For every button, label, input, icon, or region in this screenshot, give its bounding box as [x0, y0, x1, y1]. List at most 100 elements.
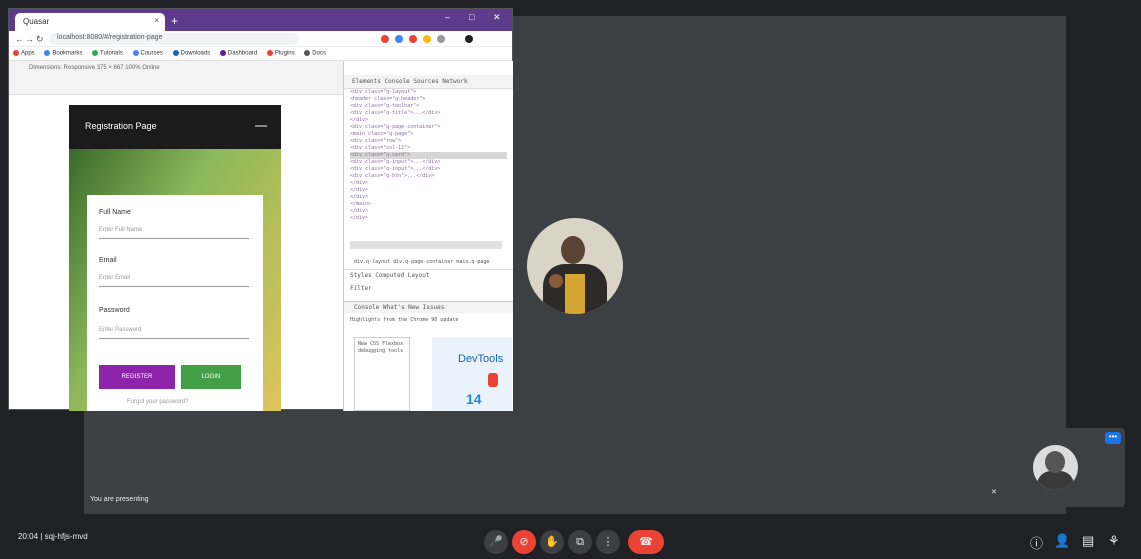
full-name-input[interactable]: Enter Full Name: [99, 227, 249, 239]
maximize-icon[interactable]: □: [469, 12, 474, 22]
shared-browser-window: Quasar × + – □ ✕ ← → ↻ localhost:8080/#/…: [8, 8, 513, 411]
minimize-icon[interactable]: –: [445, 12, 450, 22]
forward-icon[interactable]: →: [25, 34, 34, 44]
code-line[interactable]: </div>: [350, 215, 507, 222]
bookmarks-bar: Apps Bookmarks Tutorials Courses Downloa…: [9, 47, 512, 61]
camera-off-button[interactable]: ⊘: [512, 530, 536, 554]
meeting-info: 20:04 | sqj-hfjs-mvd: [18, 532, 88, 541]
register-button[interactable]: REGISTER: [99, 365, 175, 389]
password-input[interactable]: Enter Password: [99, 327, 249, 339]
code-line[interactable]: </div>: [350, 194, 507, 201]
bookmark-item[interactable]: Plugins: [266, 50, 295, 57]
code-line[interactable]: </main>: [350, 201, 507, 208]
extension-icon[interactable]: [437, 35, 445, 43]
avatar-hand: [549, 274, 563, 288]
promo-title: DevTools: [458, 353, 504, 365]
people-icon[interactable]: 👤: [1054, 533, 1070, 549]
app-title: Registration Page: [85, 121, 157, 131]
login-button[interactable]: LOGIN: [181, 365, 241, 389]
end-call-button[interactable]: ☎: [628, 530, 664, 554]
self-avatar-body: [1037, 471, 1074, 490]
extension-icon[interactable]: [381, 35, 389, 43]
extension-icon[interactable]: [395, 35, 403, 43]
browser-tab[interactable]: Quasar ×: [15, 13, 165, 31]
code-line[interactable]: <div class="row">: [350, 138, 507, 145]
self-avatar-head: [1045, 451, 1065, 473]
participant-avatar[interactable]: [527, 218, 623, 314]
drawer-tabs[interactable]: Console What's New Issues: [344, 301, 513, 313]
bookmark-item[interactable]: Apps: [13, 50, 35, 57]
presenter-label: You are presenting: [90, 496, 149, 503]
bookmark-item[interactable]: Dashboard: [219, 50, 257, 57]
extension-icon[interactable]: [409, 35, 417, 43]
code-line[interactable]: <div class="q-title">...</div>: [350, 110, 507, 117]
profile-avatar[interactable]: [465, 35, 473, 43]
bookmark-icon: [304, 50, 311, 56]
bookmark-item[interactable]: Docs: [304, 50, 326, 57]
bookmark-item[interactable]: Bookmarks: [44, 50, 82, 57]
code-line[interactable]: </div>: [350, 208, 507, 215]
code-line[interactable]: <div class="q-layout">: [350, 89, 507, 96]
code-line[interactable]: <div class="q-input">...</div>: [350, 159, 507, 166]
email-input[interactable]: Enter Email: [99, 275, 249, 287]
new-tab-button[interactable]: +: [171, 14, 178, 28]
tab-title: Quasar: [23, 17, 50, 26]
present-button[interactable]: ⧉: [568, 530, 592, 554]
registration-card: Full Name Enter Full Name Email Enter Em…: [87, 195, 263, 411]
code-line[interactable]: <div class="q-page-container">: [350, 124, 507, 131]
password-label: Password: [99, 307, 130, 314]
styles-filter-input[interactable]: Filter: [350, 285, 507, 292]
whats-new-item[interactable]: New CSS Flexbox debugging tools: [354, 337, 410, 411]
bookmark-item[interactable]: Tutorials: [92, 50, 123, 57]
mic-off-icon: ✕: [991, 489, 997, 496]
horizontal-scrollbar[interactable]: [350, 241, 502, 249]
code-line[interactable]: </div>: [350, 117, 507, 124]
styles-tabs[interactable]: Styles Computed Layout: [350, 272, 507, 279]
meeting-time: 20:04: [18, 532, 39, 541]
forgot-password-link[interactable]: Forgot your password?: [127, 399, 188, 405]
avatar-shirt: [565, 274, 585, 314]
code-line[interactable]: <div class="q-toolbar">: [350, 103, 507, 110]
url-input[interactable]: localhost:8080/#/registration-page: [49, 33, 299, 45]
code-line[interactable]: <div class="q-input">...</div>: [350, 166, 507, 173]
browser-titlebar: Quasar × + – □ ✕: [9, 9, 512, 31]
code-line[interactable]: <div class="q-card">: [350, 152, 507, 159]
close-icon[interactable]: ✕: [493, 12, 501, 23]
code-line[interactable]: <div class="col-12">: [350, 145, 507, 152]
meeting-code: sqj-hfjs-mvd: [44, 532, 88, 541]
code-line[interactable]: <main class="q-page">: [350, 131, 507, 138]
bookmark-icon: [219, 50, 226, 56]
back-icon[interactable]: ←: [15, 34, 24, 44]
bookmark-item[interactable]: Downloads: [172, 50, 210, 57]
self-tile-more-button[interactable]: •••: [1105, 432, 1121, 444]
promo-youtube-icon: [488, 373, 498, 387]
code-line[interactable]: <header class="q-header">: [350, 96, 507, 103]
code-line[interactable]: </div>: [350, 187, 507, 194]
bookmark-icon: [172, 50, 179, 56]
element-breadcrumb[interactable]: div.q-layout div.q-page-container main.q…: [344, 257, 513, 267]
tab-close-icon[interactable]: ×: [154, 16, 159, 25]
mic-button[interactable]: 🎤: [484, 530, 508, 554]
extension-icon[interactable]: [423, 35, 431, 43]
bookmark-item[interactable]: Courses: [132, 50, 163, 57]
bookmark-icon: [44, 50, 51, 56]
bookmark-icon: [92, 50, 99, 56]
devtools-panel: Elements Console Sources Network <div cl…: [343, 61, 513, 411]
bookmark-icon: [266, 50, 273, 56]
raise-hand-button[interactable]: ✋: [540, 530, 564, 554]
avatar-head: [561, 236, 585, 264]
code-line[interactable]: <div class="q-btn">...</div>: [350, 173, 507, 180]
self-view-tile[interactable]: ••• ✕: [987, 428, 1125, 507]
email-label: Email: [99, 257, 117, 264]
reload-icon[interactable]: ↻: [36, 34, 44, 45]
meeting-details-icon[interactable]: ⓘ: [1030, 533, 1043, 552]
more-options-button[interactable]: ⋮: [596, 530, 620, 554]
devtools-tabs[interactable]: Elements Console Sources Network: [344, 75, 513, 89]
chat-icon[interactable]: ▤: [1082, 533, 1094, 549]
menu-icon[interactable]: [255, 125, 267, 127]
promo-number: 14: [466, 391, 482, 407]
code-line[interactable]: </div>: [350, 180, 507, 187]
full-name-label: Full Name: [99, 209, 131, 216]
activities-icon[interactable]: ⚘: [1108, 533, 1120, 549]
mobile-viewport: Registration Page Full Name Enter Full N…: [69, 105, 281, 411]
